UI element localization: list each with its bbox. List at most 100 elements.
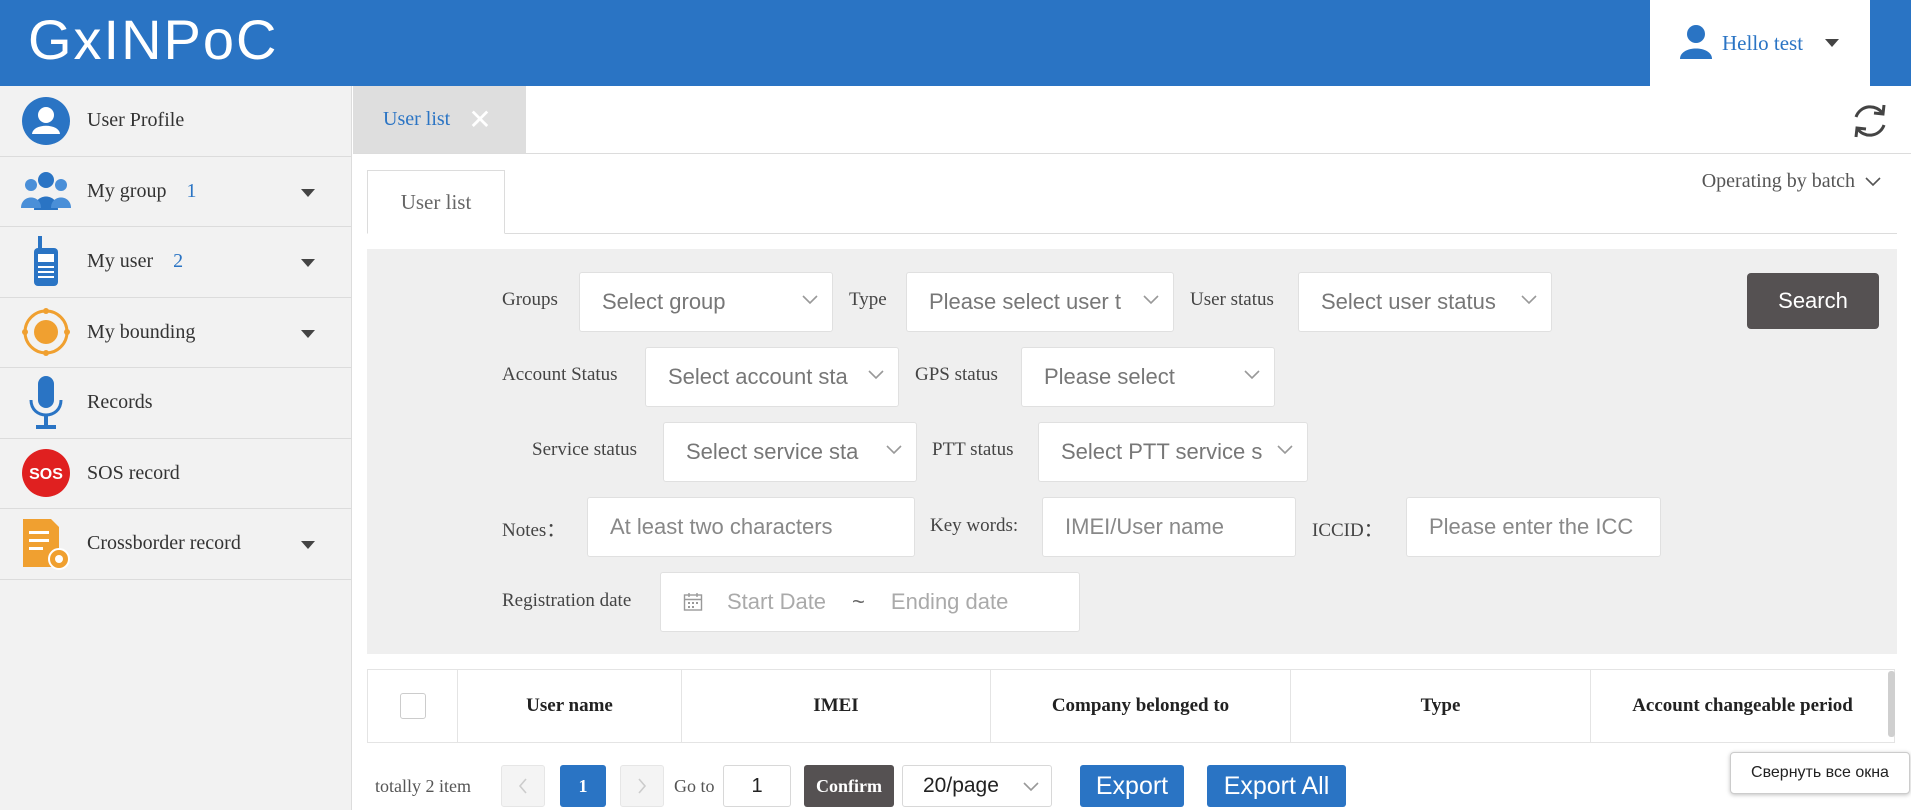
service-status-placeholder: Select service sta bbox=[686, 439, 859, 464]
keywords-label: Key words: bbox=[930, 515, 1019, 536]
user-table-header: User name IMEI Company belonged to Type … bbox=[367, 669, 1895, 743]
app-logo[interactable]: GxINPoC bbox=[28, 0, 279, 80]
svg-text:SOS: SOS bbox=[29, 466, 63, 483]
sidebar-item-label: SOS record bbox=[87, 461, 180, 484]
user-status-placeholder: Select user status bbox=[1321, 289, 1496, 314]
column-header-type[interactable]: Type bbox=[1291, 670, 1591, 742]
caret-down-icon[interactable] bbox=[301, 541, 315, 549]
column-header-user-name[interactable]: User name bbox=[458, 670, 682, 742]
sidebar-item-label: User Profile bbox=[87, 109, 185, 132]
ptt-status-select[interactable]: Select PTT service s bbox=[1038, 422, 1308, 482]
iccid-placeholder: Please enter the ICC bbox=[1429, 514, 1634, 539]
sidebar-item-crossborder-record[interactable]: Crossborder record bbox=[0, 509, 351, 580]
chevron-down-icon bbox=[1521, 295, 1537, 305]
sidebar-item-my-bounding[interactable]: My bounding bbox=[0, 298, 351, 368]
type-placeholder: Please select user t bbox=[929, 289, 1121, 314]
chevron-down-icon bbox=[868, 370, 884, 380]
chevron-down-icon bbox=[886, 445, 902, 455]
sidebar-item-label: My group bbox=[87, 179, 167, 202]
registration-date-label: Registration date bbox=[502, 590, 632, 611]
end-date-placeholder[interactable]: Ending date bbox=[891, 589, 1008, 615]
account-status-placeholder: Select account sta bbox=[668, 364, 848, 389]
prev-page-button[interactable] bbox=[501, 765, 545, 807]
user-profile-icon bbox=[20, 95, 72, 147]
type-select[interactable]: Please select user t bbox=[906, 272, 1174, 332]
column-header-account-period[interactable]: Account changeable period bbox=[1591, 670, 1894, 742]
vertical-scrollbar[interactable] bbox=[1888, 671, 1895, 737]
sidebar-item-label: Crossborder record bbox=[87, 532, 241, 555]
date-separator: ~ bbox=[852, 589, 865, 614]
page-size-select[interactable]: 20/page bbox=[902, 765, 1052, 807]
tooltip: Свернуть все окна bbox=[1730, 752, 1910, 794]
chevron-down-icon bbox=[1277, 445, 1293, 455]
chevron-left-icon bbox=[518, 778, 527, 794]
column-header-company[interactable]: Company belonged to bbox=[991, 670, 1291, 742]
next-page-button[interactable] bbox=[620, 765, 664, 807]
ptt-status-placeholder: Select PTT service s bbox=[1061, 439, 1263, 464]
service-status-label: Service status bbox=[532, 439, 638, 460]
gps-status-label: GPS status bbox=[915, 364, 998, 385]
select-all-checkbox[interactable] bbox=[399, 693, 426, 719]
sidebar-item-sos-record[interactable]: SOS SOS record bbox=[0, 439, 351, 509]
sidebar-item-my-group[interactable]: My group 1 bbox=[0, 157, 351, 227]
goto-page-input[interactable]: 1 bbox=[723, 765, 791, 807]
iccid-input[interactable]: Please enter the ICC bbox=[1406, 497, 1661, 557]
user-greeting: Hello test bbox=[1722, 30, 1804, 55]
subtab-user-list[interactable]: User list bbox=[367, 170, 505, 234]
export-button[interactable]: Export bbox=[1080, 765, 1184, 807]
chevron-down-icon bbox=[1865, 176, 1881, 186]
notes-placeholder: At least two characters bbox=[610, 514, 833, 539]
account-status-label: Account Status bbox=[502, 364, 618, 385]
confirm-button[interactable]: Confirm bbox=[804, 765, 894, 807]
sidebar-item-label: Records bbox=[87, 391, 153, 414]
sidebar-item-label: My user bbox=[87, 250, 154, 273]
close-icon[interactable]: ✕ bbox=[468, 105, 491, 134]
keywords-placeholder: IMEI/User name bbox=[1065, 514, 1224, 539]
groups-label: Groups bbox=[502, 289, 558, 310]
type-label: Type bbox=[849, 289, 887, 310]
chevron-down-icon bbox=[1023, 782, 1039, 792]
user-status-label: User status bbox=[1190, 289, 1274, 310]
goto-label: Go to bbox=[674, 775, 715, 796]
group-icon bbox=[20, 165, 72, 217]
divider bbox=[367, 233, 1897, 234]
operating-by-batch-dropdown[interactable]: Operating by batch bbox=[1702, 170, 1881, 193]
tab-bar: User list ✕ bbox=[353, 86, 1911, 154]
gps-status-placeholder: Please select bbox=[1044, 364, 1175, 389]
page-number-button[interactable]: 1 bbox=[560, 765, 606, 807]
start-date-placeholder[interactable]: Start Date bbox=[727, 589, 826, 615]
caret-down-icon[interactable] bbox=[301, 188, 315, 197]
sidebar-item-count: 1 bbox=[186, 179, 197, 202]
notes-input[interactable]: At least two characters bbox=[587, 497, 915, 557]
calendar-icon bbox=[683, 593, 703, 611]
account-status-select[interactable]: Select account sta bbox=[645, 347, 899, 407]
document-gear-icon bbox=[20, 518, 72, 570]
sidebar-item-my-user[interactable]: My user 2 bbox=[0, 227, 351, 298]
caret-down-icon[interactable] bbox=[301, 329, 315, 338]
caret-down-icon[interactable] bbox=[301, 259, 315, 267]
export-all-button[interactable]: Export All bbox=[1207, 765, 1346, 807]
tab-user-list[interactable]: User list ✕ bbox=[353, 86, 526, 153]
filter-panel: Groups Select group Type Please select u… bbox=[367, 249, 1897, 654]
chevron-right-icon bbox=[638, 778, 647, 794]
sidebar-item-count: 2 bbox=[173, 250, 184, 273]
sos-icon: SOS bbox=[20, 447, 72, 499]
sidebar-item-records[interactable]: Records bbox=[0, 368, 351, 439]
registration-date-range[interactable]: Start Date ~ Ending date bbox=[660, 572, 1080, 632]
user-status-select[interactable]: Select user status bbox=[1298, 272, 1552, 332]
location-target-icon bbox=[20, 306, 72, 358]
logo-text: GxINPoC bbox=[28, 8, 279, 71]
service-status-select[interactable]: Select service sta bbox=[663, 422, 917, 482]
groups-placeholder: Select group bbox=[602, 289, 726, 314]
search-button[interactable]: Search bbox=[1747, 273, 1879, 329]
microphone-icon bbox=[20, 375, 72, 429]
column-header-imei[interactable]: IMEI bbox=[682, 670, 991, 742]
top-header: GxINPoC Hello test bbox=[0, 0, 1911, 86]
user-menu[interactable]: Hello test bbox=[1650, 0, 1870, 86]
groups-select[interactable]: Select group bbox=[579, 272, 833, 332]
gps-status-select[interactable]: Please select bbox=[1021, 347, 1275, 407]
ptt-status-label: PTT status bbox=[932, 439, 1014, 460]
refresh-icon[interactable] bbox=[1849, 100, 1891, 142]
keywords-input[interactable]: IMEI/User name bbox=[1042, 497, 1296, 557]
sidebar-item-user-profile[interactable]: User Profile bbox=[0, 86, 351, 157]
